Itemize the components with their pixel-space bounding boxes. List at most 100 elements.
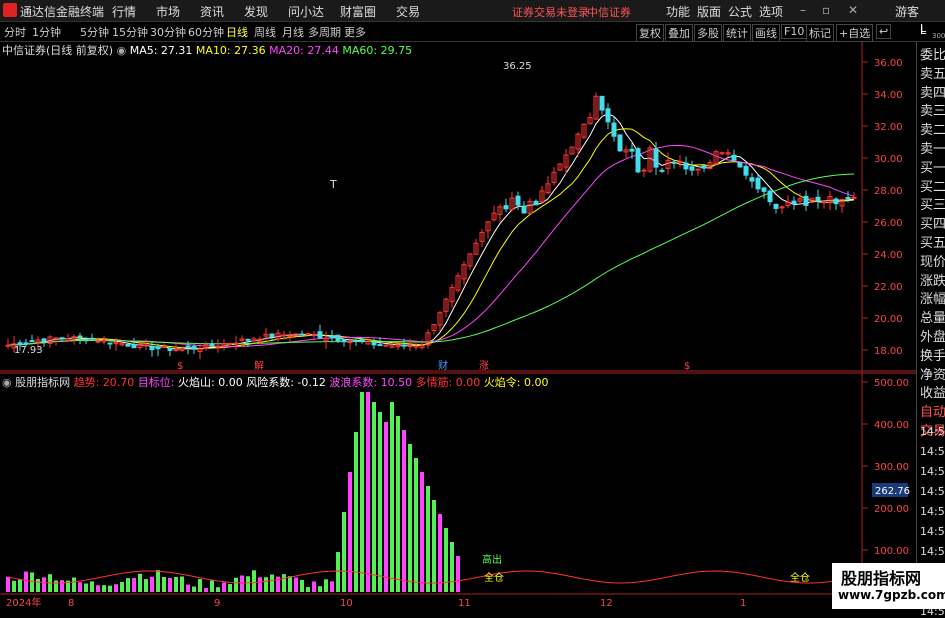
add-watchlist-button[interactable]: +自选 — [836, 24, 874, 42]
indicator-bar — [426, 486, 430, 592]
candle-body — [209, 343, 215, 347]
side-item[interactable]: 现价 — [920, 251, 945, 270]
side-item[interactable]: 买三 — [920, 194, 945, 213]
menu-item-market[interactable]: 市场 — [156, 3, 180, 20]
date-axis-label: 2024年 — [6, 596, 41, 609]
main-chart-header: 中信证券(日线 前复权) ◉ MA5: 27.31 MA10: 27.36 MA… — [2, 42, 412, 58]
price-tick-label: 28.00 — [874, 186, 903, 197]
guest-label[interactable]: 游客 — [895, 3, 919, 20]
param-bull: 多情筋: 0.00 — [415, 376, 481, 389]
side-item[interactable]: 外盘 — [920, 326, 945, 345]
indicator-bar — [12, 580, 16, 592]
side-item[interactable]: 收益 — [920, 382, 945, 401]
ma60-label: MA60: 29.75 — [342, 44, 413, 57]
period-30min[interactable]: 30分钟 — [150, 24, 186, 40]
menu-layout[interactable]: 版面 — [697, 3, 721, 20]
event-marker-unlock: 解 — [254, 359, 264, 372]
back-button[interactable]: ↩ — [876, 24, 892, 39]
candle-body — [701, 165, 707, 169]
indicator-bar — [78, 582, 82, 592]
menu-item-ask[interactable]: 问小达 — [288, 3, 324, 20]
stats-button[interactable]: 统计 — [723, 24, 751, 42]
side-item[interactable]: 卖四 — [920, 82, 945, 101]
indicator-tick-label: 100.00 — [874, 546, 909, 557]
period-timeshare[interactable]: 分时 — [4, 24, 26, 40]
indicator-settings-icon[interactable]: ◉ — [2, 376, 12, 389]
price-chart[interactable]: 36.00 34.00 32.00 30.00 28.00 26.00 24.00 22.00… — [0, 42, 916, 372]
candle-body — [629, 148, 635, 152]
side-item[interactable]: 委比 — [920, 44, 945, 63]
side-item[interactable]: 卖三 — [920, 100, 945, 119]
adjust-button[interactable]: 复权 — [636, 24, 664, 42]
side-item[interactable]: 买二 — [920, 176, 945, 195]
indicator-bar — [120, 581, 124, 592]
indicator-bar — [54, 580, 58, 592]
menu-options[interactable]: 选项 — [759, 3, 783, 20]
indicator-bar — [312, 581, 316, 592]
side-item[interactable]: 卖一 — [920, 138, 945, 157]
indicator-bar — [330, 581, 334, 592]
candle-body — [605, 108, 611, 123]
menu-function[interactable]: 功能 — [666, 3, 690, 20]
period-more[interactable]: 更多 — [344, 24, 366, 40]
login-status[interactable]: 证券交易未登录 — [512, 4, 589, 20]
candle-body — [71, 336, 77, 339]
period-multi[interactable]: 多周期 — [308, 24, 341, 40]
menu-item-quotes[interactable]: 行情 — [112, 3, 136, 20]
side-item[interactable]: 买一 — [920, 157, 945, 176]
restore-icon[interactable]: ▫ — [822, 3, 830, 17]
menu-item-discover[interactable]: 发现 — [244, 3, 268, 20]
candle-body — [191, 345, 197, 350]
period-daily[interactable]: 日线 — [226, 24, 248, 40]
period-15min[interactable]: 15分钟 — [112, 24, 148, 40]
indicator-bar — [102, 585, 106, 592]
indicator-bar — [138, 573, 142, 592]
side-item[interactable]: 净资 — [920, 364, 945, 383]
menu-formula[interactable]: 公式 — [728, 3, 752, 20]
side-item[interactable]: 卖五 — [920, 63, 945, 82]
minimize-icon[interactable]: – — [800, 3, 806, 17]
side-item[interactable]: 总量 — [920, 307, 945, 326]
period-5min[interactable]: 5分钟 — [80, 24, 109, 40]
draw-button[interactable]: 画线 — [752, 24, 780, 42]
period-weekly[interactable]: 周线 — [254, 24, 276, 40]
multi-stock-button[interactable]: 多股 — [694, 24, 722, 42]
indicator-bar — [258, 577, 262, 592]
indicator-bar — [222, 582, 226, 592]
indicator-bar — [114, 584, 118, 592]
side-item[interactable]: 买五 — [920, 232, 945, 251]
menu-item-trade[interactable]: 交易 — [396, 3, 420, 20]
candle-body — [131, 344, 137, 349]
side-item[interactable]: 涨跌 — [920, 270, 945, 289]
indicator-tick-label: 400.00 — [874, 420, 909, 431]
menu-item-news[interactable]: 资讯 — [200, 3, 224, 20]
period-monthly[interactable]: 月线 — [282, 24, 304, 40]
mark-button[interactable]: 标记 — [806, 24, 834, 42]
side-item[interactable]: 自动 — [920, 401, 945, 420]
t-marker: T — [329, 178, 337, 191]
side-item[interactable]: 买四 — [920, 213, 945, 232]
candle-body — [641, 169, 647, 172]
side-item[interactable]: 卖二 — [920, 119, 945, 138]
side-time: 14:56 — [920, 505, 945, 518]
indicator-bar — [282, 574, 286, 592]
indicator-tick-label: 500.00 — [874, 378, 909, 389]
overlay-button[interactable]: 叠加 — [665, 24, 693, 42]
ma-settings-icon[interactable]: ◉ — [117, 44, 127, 57]
indicator-bar — [174, 576, 178, 592]
period-60min[interactable]: 60分钟 — [188, 24, 224, 40]
indicator-bar — [396, 416, 400, 592]
broker-label[interactable]: 中信证券 — [587, 4, 631, 20]
f10-button[interactable]: F10 — [781, 24, 808, 39]
side-time: 14:56 — [920, 445, 945, 458]
signal-full-position-1: 全仓 — [484, 571, 504, 584]
menu-item-wealth[interactable]: 财富圈 — [340, 3, 376, 20]
side-item[interactable]: 换手 — [920, 345, 945, 364]
candle-body — [791, 200, 797, 205]
close-icon[interactable]: ✕ — [848, 3, 858, 17]
period-1min[interactable]: 1分钟 — [32, 24, 61, 40]
signal-high-exit: 高出 — [482, 553, 502, 566]
indicator-chart[interactable]: 500.00 400.00 300.00 200.00 100.00 262.76 高出… — [0, 372, 916, 609]
side-item[interactable]: 涨幅 — [920, 288, 945, 307]
indicator-bar — [132, 578, 136, 592]
